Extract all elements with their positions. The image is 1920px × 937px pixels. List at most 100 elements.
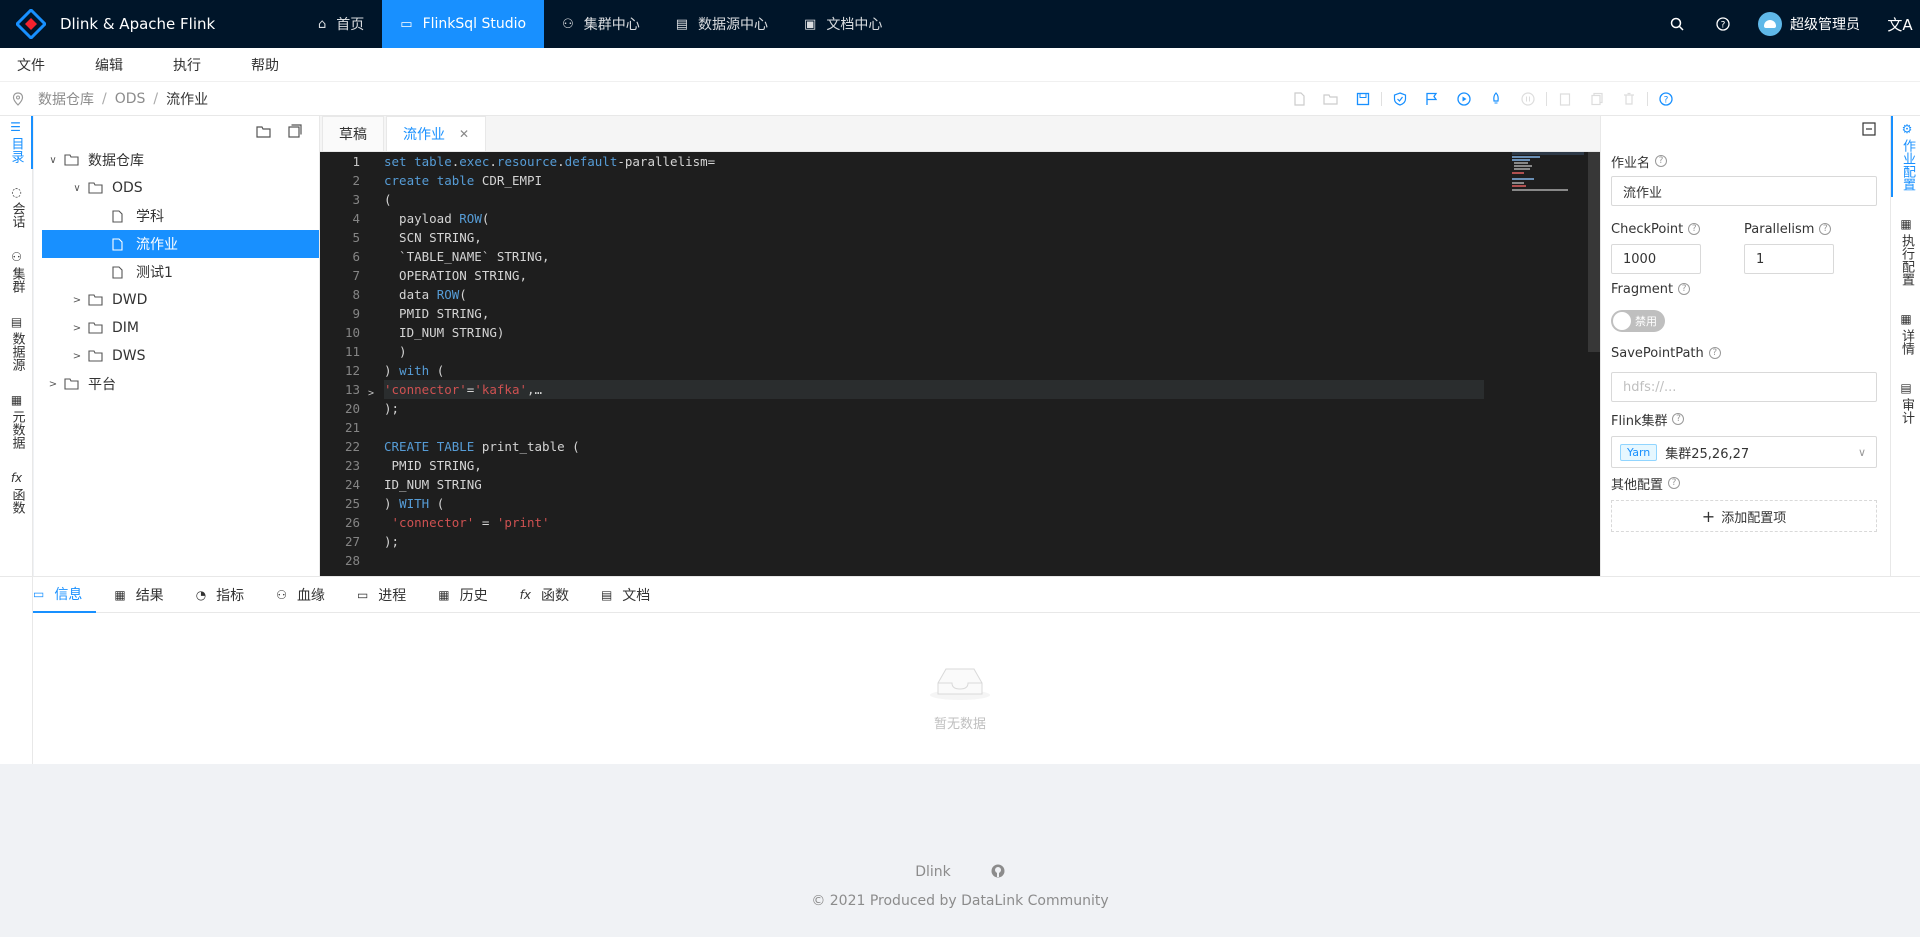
savepoint-input[interactable]: hdfs://... xyxy=(1611,372,1877,402)
chevron-right-icon[interactable]: > xyxy=(42,379,64,390)
rocket-icon[interactable] xyxy=(1480,82,1512,116)
collapse-all-icon[interactable] xyxy=(279,124,311,138)
rail-function[interactable]: fx 函数 xyxy=(0,465,33,520)
new-folder-icon[interactable] xyxy=(247,125,279,138)
nav-cluster-center[interactable]: ⚇ 集群中心 xyxy=(544,0,658,48)
copy-icon[interactable] xyxy=(1581,82,1613,116)
open-folder-icon[interactable] xyxy=(1315,82,1347,116)
nav-flinksql-studio[interactable]: ▭ FlinkSql Studio xyxy=(382,0,545,48)
rail-audit[interactable]: ▤ 审计 xyxy=(1891,375,1920,430)
editor-scrollbar[interactable] xyxy=(1588,152,1600,352)
language-icon[interactable]: 文A xyxy=(1880,0,1920,48)
tree-node-file-selected[interactable]: 流作业 xyxy=(42,230,319,258)
rail-session[interactable]: ◌ 会话 xyxy=(0,179,33,234)
code-line[interactable]: ) xyxy=(384,342,1484,361)
rail-metadata[interactable]: ▦ 元数据 xyxy=(0,387,33,455)
menu-help[interactable]: 帮助 xyxy=(251,55,297,75)
code-line[interactable] xyxy=(384,551,1484,570)
tab-metrics[interactable]: ◔ 指标 xyxy=(196,577,258,613)
delete-icon[interactable] xyxy=(1613,82,1645,116)
tree-node-folder[interactable]: ∨ ODS xyxy=(42,174,319,202)
fragment-toggle[interactable]: 禁用 xyxy=(1611,310,1665,332)
rail-job-config[interactable]: ⚙ 作业配置 xyxy=(1891,116,1920,197)
tab-lineage[interactable]: ⚇ 血缘 xyxy=(276,577,339,613)
code-line[interactable]: CREATE TABLE print_table ( xyxy=(384,437,1484,456)
check-icon[interactable] xyxy=(1384,82,1416,116)
code-line[interactable]: ) WITH ( xyxy=(384,494,1484,513)
flag-icon[interactable] xyxy=(1416,82,1448,116)
help-icon[interactable]: ? xyxy=(1700,0,1746,48)
save-icon[interactable] xyxy=(1347,82,1379,116)
nav-doc-center[interactable]: ▣ 文档中心 xyxy=(786,0,900,48)
github-icon[interactable] xyxy=(991,864,1005,882)
rail-datasource[interactable]: ▤ 数据源 xyxy=(0,309,33,377)
clipboard-icon[interactable] xyxy=(1549,82,1581,116)
user-menu[interactable]: 超级管理员 xyxy=(1746,12,1880,36)
checkpoint-input[interactable]: 1000 xyxy=(1611,244,1701,274)
rail-cluster[interactable]: ⚇ 集群 xyxy=(0,244,33,299)
breadcrumb-item[interactable]: 数据仓库 xyxy=(38,89,94,109)
collapse-panel-icon[interactable] xyxy=(1862,122,1876,140)
tab-doc[interactable]: ▤ 文档 xyxy=(601,577,664,613)
job-name-input[interactable]: 流作业 xyxy=(1611,176,1877,206)
nav-datasource-center[interactable]: ▤ 数据源中心 xyxy=(658,0,786,48)
parallelism-input[interactable]: 1 xyxy=(1744,244,1834,274)
tab-function[interactable]: fx 函数 xyxy=(520,577,583,613)
chevron-right-icon[interactable]: > xyxy=(66,323,88,334)
code-line[interactable]: 'connector' = 'print' xyxy=(384,513,1484,532)
code-line[interactable]: ) with ( xyxy=(384,361,1484,380)
footer-link-dlink[interactable]: Dlink xyxy=(915,864,951,882)
tree-node-file[interactable]: 学科 xyxy=(42,202,319,230)
code-line[interactable] xyxy=(384,418,1484,437)
tab-history[interactable]: ▦ 历史 xyxy=(438,577,501,613)
code-line[interactable]: `TABLE_NAME` STRING, xyxy=(384,247,1484,266)
breadcrumb-item[interactable]: ODS xyxy=(115,91,146,107)
nav-home[interactable]: ⌂ 首页 xyxy=(300,0,382,48)
close-icon[interactable]: ✕ xyxy=(459,127,469,141)
code-editor[interactable]: 1 2 3 4 5 6 7 8 9 10 11 12 13 20 21 22 2… xyxy=(320,152,1600,576)
code-line[interactable]: SCN STRING, xyxy=(384,228,1484,247)
code-line[interactable]: 'connector'='kafka',… xyxy=(384,380,1484,399)
tab-draft[interactable]: 草稿 xyxy=(322,116,384,151)
play-icon[interactable] xyxy=(1448,82,1480,116)
code-line[interactable]: payload ROW( xyxy=(384,209,1484,228)
add-config-button[interactable]: + 添加配置项 xyxy=(1611,500,1877,532)
chevron-down-icon[interactable]: ∨ xyxy=(42,155,64,166)
fold-arrow-icon[interactable]: > xyxy=(368,388,374,399)
tab-info[interactable]: ▭ 信息 xyxy=(33,577,97,613)
code-line[interactable]: data ROW( xyxy=(384,285,1484,304)
tree-node-file[interactable]: 测试1 xyxy=(42,258,319,286)
code-line[interactable]: ID_NUM STRING) xyxy=(384,323,1484,342)
code-line[interactable]: PMID STRING, xyxy=(384,304,1484,323)
code-minimap[interactable] xyxy=(1472,152,1584,576)
code-line[interactable]: ); xyxy=(384,532,1484,551)
tab-stream-job[interactable]: 流作业 ✕ xyxy=(386,116,487,151)
rail-exec-config[interactable]: ▦ 执行配置 xyxy=(1891,211,1920,292)
code-line[interactable]: ( xyxy=(384,190,1484,209)
code-line[interactable]: ); xyxy=(384,399,1484,418)
question-icon[interactable]: ? xyxy=(1650,82,1682,116)
code-line[interactable]: ID_NUM STRING xyxy=(384,475,1484,494)
tree-node-folder[interactable]: ∨ 数据仓库 xyxy=(42,146,319,174)
menu-run[interactable]: 执行 xyxy=(173,55,219,75)
tree-node-folder[interactable]: > DWD xyxy=(42,286,319,314)
menu-file[interactable]: 文件 xyxy=(17,55,63,75)
tab-process[interactable]: ▭ 进程 xyxy=(357,577,420,613)
chevron-down-icon[interactable]: ∨ xyxy=(66,183,88,194)
rail-details[interactable]: ▦ 详情 xyxy=(1891,306,1920,361)
new-file-icon[interactable] xyxy=(1283,82,1315,116)
pause-icon[interactable] xyxy=(1512,82,1544,116)
code-line[interactable]: PMID STRING, xyxy=(384,456,1484,475)
tree-node-folder[interactable]: > 平台 xyxy=(42,370,319,398)
tab-result[interactable]: ▦ 结果 xyxy=(114,577,177,613)
app-logo[interactable]: Dlink & Apache Flink xyxy=(0,0,300,48)
code-line[interactable]: set table.exec.resource.default-parallel… xyxy=(384,152,1484,171)
rail-catalog[interactable]: ☰ 目录 xyxy=(0,116,33,169)
chevron-right-icon[interactable]: > xyxy=(66,295,88,306)
tree-node-folder[interactable]: > DWS xyxy=(42,342,319,370)
cluster-select[interactable]: Yarn 集群25,26,27 ∨ xyxy=(1611,436,1877,468)
code-line[interactable]: OPERATION STRING, xyxy=(384,266,1484,285)
search-icon[interactable] xyxy=(1654,0,1700,48)
chevron-right-icon[interactable]: > xyxy=(66,351,88,362)
menu-edit[interactable]: 编辑 xyxy=(95,55,141,75)
